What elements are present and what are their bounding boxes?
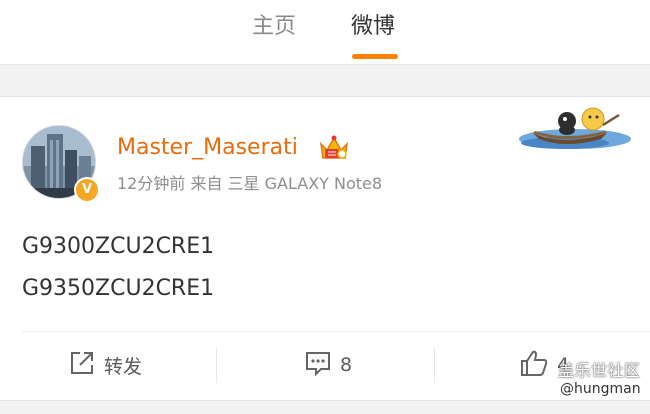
- repost-label: 转发: [104, 355, 143, 378]
- thumbs-up-icon: [519, 348, 557, 383]
- action-divider: [22, 331, 650, 332]
- action-separator: [434, 347, 435, 383]
- author-name[interactable]: Master_Maserati: [117, 134, 298, 162]
- comment-icon: [304, 349, 340, 382]
- boat-sticker-icon: [515, 103, 631, 153]
- repost-icon: [68, 349, 104, 382]
- author-avatar[interactable]: V: [22, 125, 100, 203]
- comment-button[interactable]: 8: [304, 349, 352, 381]
- tab-weibo[interactable]: 微博: [351, 12, 395, 42]
- comment-count: 8: [340, 354, 353, 376]
- active-tab-indicator: [352, 54, 398, 59]
- crown-icon: [319, 134, 349, 162]
- watermark-handle: @hungman: [560, 381, 641, 397]
- repost-button[interactable]: 转发: [68, 349, 142, 381]
- post-text-line: G9300ZCU2CRE1: [22, 234, 215, 259]
- post-card: V Master_Maserati 12分钟前 来自 三星 GALAXY Not…: [0, 96, 650, 401]
- top-nav: 主页 微博: [0, 0, 650, 65]
- action-separator: [216, 347, 217, 383]
- post-meta: 12分钟前 来自 三星 GALAXY Note8: [117, 174, 383, 193]
- post-text-line: G9350ZCU2CRE1: [22, 276, 215, 301]
- verified-badge-icon: V: [74, 177, 100, 203]
- watermark-title: 盖乐世社区: [558, 361, 641, 380]
- tab-home[interactable]: 主页: [252, 12, 296, 42]
